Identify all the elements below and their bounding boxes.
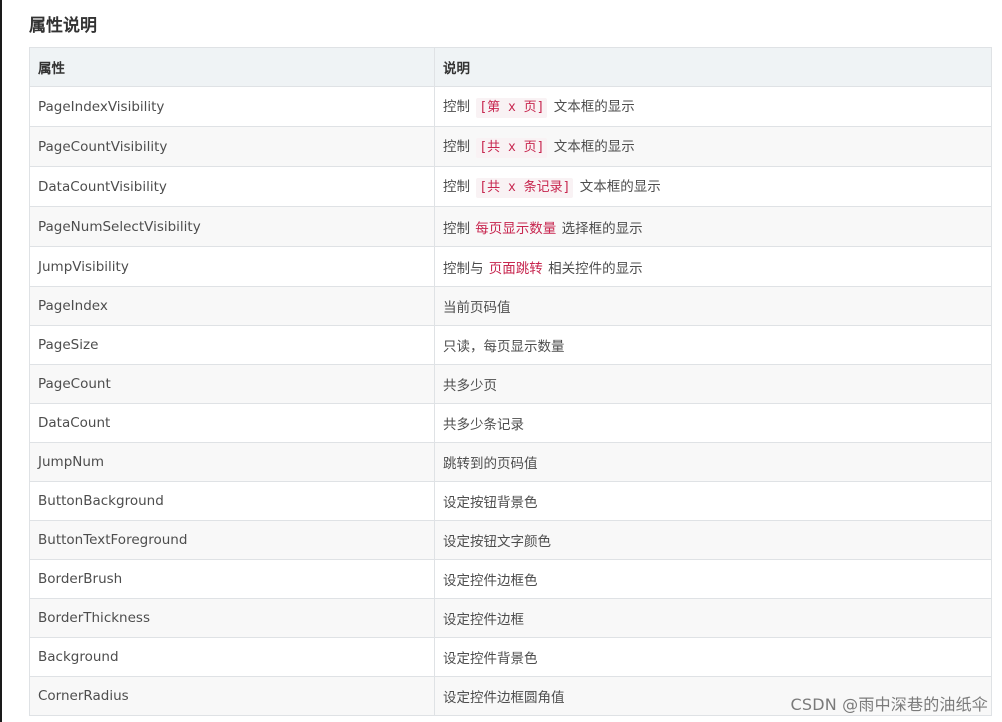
property-name-cell: DataCountVisibility <box>29 166 435 207</box>
table-row: JumpNum 跳转到的页码值 <box>29 442 992 482</box>
table-row: PageSize 只读，每页显示数量 <box>29 325 992 365</box>
description-cell: 设定控件背景色 <box>434 637 992 677</box>
description-cell: 设定控件边框 <box>434 598 992 638</box>
table-row: DataCountVisibility 控制 [共 x 条记录] 文本框的显示 <box>29 166 992 207</box>
description-suffix: 相关控件的显示 <box>543 260 643 277</box>
property-name-cell: Background <box>29 637 435 677</box>
inline-code: [共 x 页] <box>476 138 548 158</box>
table-row: PageIndex 当前页码值 <box>29 286 992 326</box>
properties-table: 属性 说明 PageIndexVisibility 控制 [第 x 页] 文本框的… <box>29 47 992 716</box>
property-name-cell: PageIndexVisibility <box>29 86 435 127</box>
description-cell: 设定控件边框色 <box>434 559 992 599</box>
property-name-cell: ButtonTextForeground <box>29 520 435 560</box>
page: 属性说明 属性 说明 PageIndexVisibility 控制 [第 x 页]… <box>0 0 1002 722</box>
description-cell: 控制 [共 x 页] 文本框的显示 <box>434 126 992 167</box>
inline-code: [共 x 条记录] <box>476 178 574 198</box>
description-prefix: 控制与 <box>443 260 488 277</box>
table-row: Background 设定控件背景色 <box>29 637 992 677</box>
highlight-text: 每页显示数量 <box>475 220 557 237</box>
table-row: ButtonTextForeground 设定按钮文字颜色 <box>29 520 992 560</box>
description-cell: 只读，每页显示数量 <box>434 325 992 365</box>
highlight-text: 页面跳转 <box>488 260 543 277</box>
header-property: 属性 <box>29 47 435 87</box>
description-cell: 设定按钮文字颜色 <box>434 520 992 560</box>
property-name-cell: BorderBrush <box>29 559 435 599</box>
table-row: PageCountVisibility 控制 [共 x 页] 文本框的显示 <box>29 126 992 167</box>
table-row: PageNumSelectVisibility 控制 每页显示数量 选择框的显示 <box>29 206 992 247</box>
section-heading: 属性说明 <box>29 16 97 36</box>
description-cell: 共多少页 <box>434 364 992 404</box>
description-cell: 控制与 页面跳转 相关控件的显示 <box>434 246 992 287</box>
property-name-cell: JumpVisibility <box>29 246 435 287</box>
description-cell: 控制 [第 x 页] 文本框的显示 <box>434 86 992 127</box>
property-name-cell: JumpNum <box>29 442 435 482</box>
description-suffix: 文本框的显示 <box>549 139 635 155</box>
property-name-cell: ButtonBackground <box>29 481 435 521</box>
header-description: 说明 <box>434 47 992 87</box>
property-name-cell: DataCount <box>29 403 435 443</box>
description-suffix: 文本框的显示 <box>575 179 661 195</box>
description-prefix: 控制 <box>443 179 475 195</box>
table-header-row: 属性 说明 <box>29 47 992 87</box>
left-edge-bar <box>0 0 2 722</box>
description-cell: 控制 [共 x 条记录] 文本框的显示 <box>434 166 992 207</box>
description-prefix: 控制 <box>443 99 475 115</box>
description-prefix: 控制 <box>443 220 475 237</box>
property-name-cell: PageNumSelectVisibility <box>29 206 435 247</box>
table-row: JumpVisibility 控制与 页面跳转 相关控件的显示 <box>29 246 992 287</box>
description-suffix: 文本框的显示 <box>549 99 635 115</box>
table-row: DataCount 共多少条记录 <box>29 403 992 443</box>
property-name-cell: PageCountVisibility <box>29 126 435 167</box>
inline-code: [第 x 页] <box>476 98 548 118</box>
table-row: BorderBrush 设定控件边框色 <box>29 559 992 599</box>
property-name-cell: PageSize <box>29 325 435 365</box>
table-row: PageCount 共多少页 <box>29 364 992 404</box>
property-name-cell: PageIndex <box>29 286 435 326</box>
description-cell: 设定按钮背景色 <box>434 481 992 521</box>
watermark: CSDN @雨中深巷的油纸伞 <box>790 695 988 714</box>
table-body: PageIndexVisibility 控制 [第 x 页] 文本框的显示 Page… <box>29 86 992 716</box>
description-suffix: 选择框的显示 <box>557 220 643 237</box>
table-row: PageIndexVisibility 控制 [第 x 页] 文本框的显示 <box>29 86 992 127</box>
table-row: ButtonBackground 设定按钮背景色 <box>29 481 992 521</box>
description-cell: 控制 每页显示数量 选择框的显示 <box>434 206 992 247</box>
property-name-cell: CornerRadius <box>29 676 435 716</box>
description-cell: 当前页码值 <box>434 286 992 326</box>
property-name-cell: BorderThickness <box>29 598 435 638</box>
property-name-cell: PageCount <box>29 364 435 404</box>
table-row: BorderThickness 设定控件边框 <box>29 598 992 638</box>
description-cell: 共多少条记录 <box>434 403 992 443</box>
description-prefix: 控制 <box>443 139 475 155</box>
description-cell: 跳转到的页码值 <box>434 442 992 482</box>
